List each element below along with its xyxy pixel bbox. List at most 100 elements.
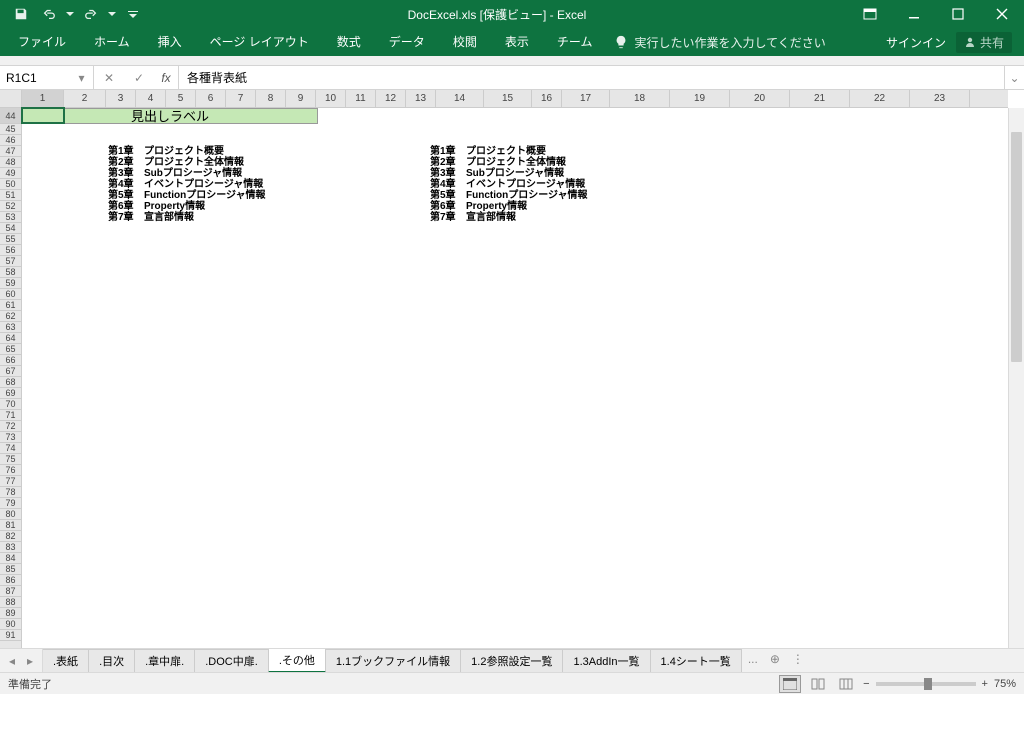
row-header[interactable]: 79 <box>0 498 21 509</box>
tab-file[interactable]: ファイル <box>4 28 80 56</box>
column-header[interactable]: 22 <box>850 90 910 107</box>
column-header[interactable]: 9 <box>286 90 316 107</box>
tab-formulas[interactable]: 数式 <box>323 28 375 56</box>
tab-home[interactable]: ホーム <box>80 28 144 56</box>
column-header[interactable]: 11 <box>346 90 376 107</box>
column-header[interactable]: 21 <box>790 90 850 107</box>
sheet-tab[interactable]: .表紙 <box>43 649 89 672</box>
row-header[interactable]: 76 <box>0 465 21 476</box>
row-header[interactable]: 63 <box>0 322 21 333</box>
column-header[interactable]: 18 <box>610 90 670 107</box>
formula-input[interactable]: 各種背表紙 <box>187 69 996 86</box>
tab-insert[interactable]: 挿入 <box>144 28 196 56</box>
heading-label-cell[interactable]: 見出しラベル <box>22 108 318 124</box>
undo-dropdown-icon[interactable] <box>64 2 76 26</box>
column-header[interactable]: 19 <box>670 90 730 107</box>
sheet-tab[interactable]: .その他 <box>268 649 326 672</box>
row-header[interactable]: 59 <box>0 278 21 289</box>
row-header[interactable]: 68 <box>0 377 21 388</box>
row-header[interactable]: 49 <box>0 168 21 179</box>
row-header[interactable]: 72 <box>0 421 21 432</box>
row-header[interactable]: 48 <box>0 157 21 168</box>
row-header[interactable]: 71 <box>0 410 21 421</box>
insert-function-icon[interactable]: fx <box>154 71 178 85</box>
tab-page-layout[interactable]: ページ レイアウト <box>196 28 323 56</box>
signin-link[interactable]: サインイン <box>886 34 946 51</box>
sheet-tab[interactable]: 1.4シート一覧 <box>650 649 742 672</box>
row-header[interactable]: 83 <box>0 542 21 553</box>
column-header[interactable]: 6 <box>196 90 226 107</box>
column-header[interactable]: 17 <box>562 90 610 107</box>
column-header[interactable]: 10 <box>316 90 346 107</box>
ribbon-display-icon[interactable] <box>848 0 892 28</box>
row-header[interactable]: 67 <box>0 366 21 377</box>
column-header[interactable]: 7 <box>226 90 256 107</box>
tab-options-icon[interactable]: ⋮ <box>786 649 810 672</box>
row-header[interactable]: 55 <box>0 234 21 245</box>
zoom-in-icon[interactable]: + <box>982 678 988 690</box>
tab-scroll-right-icon[interactable]: ▸ <box>22 654 38 668</box>
normal-view-icon[interactable] <box>779 675 801 693</box>
column-headers[interactable]: 1234567891011121314151617181920212223 <box>22 90 1008 108</box>
name-box-input[interactable] <box>6 71 76 85</box>
row-header[interactable]: 69 <box>0 388 21 399</box>
row-header[interactable]: 47 <box>0 146 21 157</box>
row-header[interactable]: 82 <box>0 531 21 542</box>
row-header[interactable]: 60 <box>0 289 21 300</box>
tab-scroll-left-icon[interactable]: ◂ <box>4 654 20 668</box>
row-header[interactable]: 58 <box>0 267 21 278</box>
row-header[interactable]: 65 <box>0 344 21 355</box>
sheet-tab[interactable]: .DOC中扉. <box>194 649 269 672</box>
minimize-icon[interactable] <box>892 0 936 28</box>
sheet-tab[interactable]: 1.1ブックファイル情報 <box>325 649 461 672</box>
row-header[interactable]: 61 <box>0 300 21 311</box>
row-header[interactable]: 91 <box>0 630 21 641</box>
row-header[interactable]: 56 <box>0 245 21 256</box>
tell-me-search[interactable]: 実行したい作業を入力してください <box>614 34 825 51</box>
row-header[interactable]: 54 <box>0 223 21 234</box>
column-header[interactable]: 8 <box>256 90 286 107</box>
row-header[interactable]: 44 <box>0 108 21 124</box>
column-header[interactable]: 23 <box>910 90 970 107</box>
qat-customize-icon[interactable] <box>120 2 146 26</box>
row-header[interactable]: 88 <box>0 597 21 608</box>
row-header[interactable]: 53 <box>0 212 21 223</box>
row-header[interactable]: 62 <box>0 311 21 322</box>
worksheet-grid[interactable]: 見出しラベル 第1章プロジェクト概要第2章プロジェクト全体情報第3章Subプロシ… <box>22 108 1008 648</box>
tab-data[interactable]: データ <box>375 28 439 56</box>
row-headers[interactable]: 4445464748495051525354555657585960616263… <box>0 108 22 648</box>
close-icon[interactable] <box>980 0 1024 28</box>
column-header[interactable]: 2 <box>64 90 106 107</box>
row-header[interactable]: 81 <box>0 520 21 531</box>
row-header[interactable]: 89 <box>0 608 21 619</box>
tab-overflow-icon[interactable]: ... <box>742 649 764 672</box>
vertical-scrollbar-thumb[interactable] <box>1011 132 1022 362</box>
row-header[interactable]: 45 <box>0 124 21 135</box>
sheet-tab[interactable]: .目次 <box>88 649 135 672</box>
sheet-tab[interactable]: .章中扉. <box>134 649 195 672</box>
zoom-slider-thumb[interactable] <box>924 678 932 690</box>
row-header[interactable]: 52 <box>0 201 21 212</box>
row-header[interactable]: 66 <box>0 355 21 366</box>
column-header[interactable]: 5 <box>166 90 196 107</box>
row-header[interactable]: 85 <box>0 564 21 575</box>
column-header[interactable]: 16 <box>532 90 562 107</box>
row-header[interactable]: 50 <box>0 179 21 190</box>
column-header[interactable]: 20 <box>730 90 790 107</box>
redo-dropdown-icon[interactable] <box>106 2 118 26</box>
maximize-icon[interactable] <box>936 0 980 28</box>
column-header[interactable]: 15 <box>484 90 532 107</box>
row-header[interactable]: 70 <box>0 399 21 410</box>
column-header[interactable]: 14 <box>436 90 484 107</box>
save-icon[interactable] <box>8 2 34 26</box>
row-header[interactable]: 86 <box>0 575 21 586</box>
row-header[interactable]: 73 <box>0 432 21 443</box>
tab-review[interactable]: 校閲 <box>439 28 491 56</box>
share-button[interactable]: 共有 <box>956 32 1012 53</box>
row-header[interactable]: 74 <box>0 443 21 454</box>
row-header[interactable]: 51 <box>0 190 21 201</box>
cancel-formula-icon[interactable]: ✕ <box>94 71 124 85</box>
page-layout-view-icon[interactable] <box>807 675 829 693</box>
row-header[interactable]: 77 <box>0 476 21 487</box>
column-header[interactable]: 3 <box>106 90 136 107</box>
